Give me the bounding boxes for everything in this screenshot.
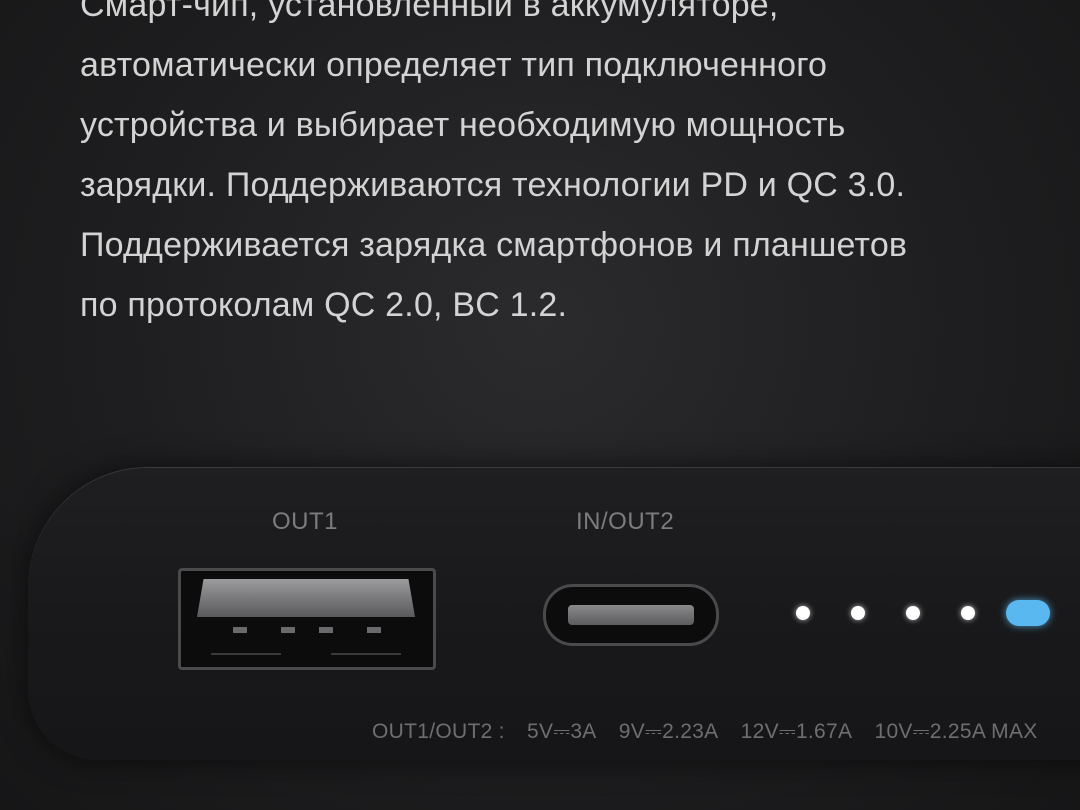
usb-a-port <box>178 568 436 670</box>
usb-c-tongue <box>568 605 694 625</box>
out1-label: OUT1 <box>272 508 339 535</box>
usb-c-port <box>543 584 719 646</box>
usb-a-pin <box>319 627 333 633</box>
spec-item: 9V⎓2.23A <box>618 720 719 743</box>
usb-a-detail <box>331 653 401 655</box>
usb-a-pin <box>367 627 381 633</box>
description-line: автоматически определяет тип подключенно… <box>80 46 828 84</box>
spec-prefix: OUT1/OUT2 : <box>372 720 505 743</box>
spec-item: 12V⎓1.67A <box>740 720 853 743</box>
power-bank: OUT1 IN/OUT2 OUT1/OUT2 : 5V⎓3A 9V⎓2.23A … <box>28 468 1080 760</box>
in-out2-label: IN/OUT2 <box>576 508 675 535</box>
usb-a-detail <box>211 653 281 655</box>
spec-item: 10V⎓2.25A MAX <box>874 720 1038 743</box>
description-line: зарядки. Поддерживаются технологии PD и … <box>80 166 906 204</box>
description-line: по протоколам QC 2.0, BC 1.2. <box>80 286 568 324</box>
usb-a-pin <box>233 627 247 633</box>
usb-a-tongue <box>197 579 415 617</box>
charge-led <box>906 606 920 620</box>
description-line: Поддерживается зарядка смартфонов и план… <box>80 226 908 264</box>
charge-led <box>961 606 975 620</box>
output-spec: OUT1/OUT2 : 5V⎓3A 9V⎓2.23A 12V⎓1.67A 10V… <box>372 720 1054 744</box>
usb-a-pin <box>281 627 295 633</box>
description-line: Смарт-чип, установленный в аккумуляторе, <box>80 0 779 24</box>
charge-led-active <box>1006 600 1050 626</box>
charge-led <box>851 606 865 620</box>
charge-led <box>796 606 810 620</box>
description-line: устройства и выбирает необходимую мощнос… <box>80 106 846 144</box>
description-text: Смарт-чип, установленный в аккумуляторе,… <box>80 0 1040 335</box>
spec-item: 5V⎓3A <box>526 720 597 743</box>
